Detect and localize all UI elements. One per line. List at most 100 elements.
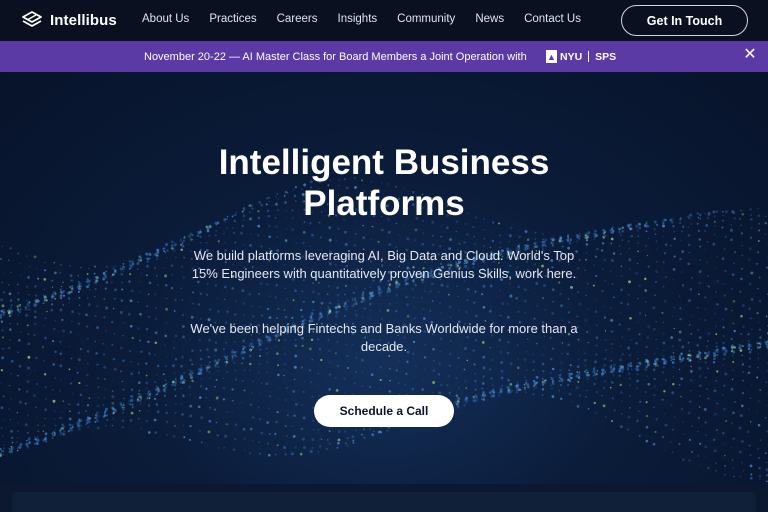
particle-dot — [27, 332, 30, 336]
particle-dot — [155, 389, 158, 392]
particle-dot — [197, 405, 201, 409]
particle-dot — [704, 421, 707, 424]
nav-item-about-us[interactable]: About Us — [142, 13, 189, 25]
particle-dot — [550, 357, 553, 361]
particle-dot — [714, 225, 716, 227]
particle-dot — [104, 407, 108, 411]
particle-dot — [523, 386, 526, 389]
particle-dot — [524, 388, 526, 391]
particle-dot — [741, 345, 743, 347]
particle-dot — [318, 312, 322, 316]
particle-dot — [482, 375, 486, 378]
particle-dot — [249, 403, 253, 407]
particle-dot — [619, 365, 622, 368]
particle-dot — [79, 285, 82, 288]
particle-dot — [740, 404, 744, 408]
particle-dot — [214, 385, 216, 388]
particle-dot — [655, 357, 659, 361]
particle-dot — [621, 365, 624, 368]
particle-dot — [25, 313, 29, 317]
particle-dot — [112, 417, 115, 420]
particle-dot — [179, 376, 183, 380]
particle-dot — [594, 360, 598, 364]
particle-dot — [335, 311, 339, 315]
particle-dot — [741, 363, 744, 366]
particle-dot — [44, 386, 47, 388]
particle-dot — [758, 321, 760, 324]
particle-dot — [111, 402, 115, 405]
particle-dot — [722, 431, 725, 435]
particle-dot — [638, 312, 642, 315]
particle-dot — [706, 261, 708, 264]
close-icon[interactable]: ✕ — [743, 47, 757, 63]
particle-dot — [609, 386, 612, 389]
particle-dot — [600, 249, 604, 252]
nav-item-news[interactable]: News — [475, 13, 504, 25]
particle-dot — [388, 390, 392, 393]
particle-dot — [637, 297, 639, 300]
particle-dot — [104, 378, 106, 380]
particle-dot — [704, 308, 707, 310]
particle-dot — [395, 288, 398, 291]
particle-dot — [172, 434, 176, 438]
particle-dot — [44, 408, 48, 411]
particle-dot — [257, 406, 260, 409]
particle-dot — [36, 416, 38, 418]
particle-dot — [372, 430, 375, 433]
particle-dot — [60, 264, 62, 266]
particle-dot — [77, 423, 81, 427]
schedule-call-button[interactable]: Schedule a Call — [314, 395, 454, 427]
particle-dot — [17, 252, 20, 255]
nav-item-careers[interactable]: Careers — [277, 13, 318, 25]
particle-dot — [165, 420, 169, 423]
particle-dot — [679, 295, 681, 297]
particle-dot — [252, 380, 255, 383]
particle-dot — [59, 431, 62, 434]
nav-item-insights[interactable]: Insights — [338, 13, 378, 25]
particle-dot — [506, 385, 510, 389]
get-in-touch-button[interactable]: Get In Touch — [621, 5, 748, 36]
logo[interactable]: Intellibus — [20, 10, 117, 30]
particle-dot — [10, 372, 12, 375]
particle-dot — [704, 319, 707, 322]
particle-dot — [517, 373, 519, 376]
particle-dot — [174, 358, 178, 361]
nav-item-contact-us[interactable]: Contact Us — [524, 13, 581, 25]
particle-dot — [664, 379, 668, 382]
particle-dot — [182, 276, 186, 279]
particle-dot — [699, 336, 702, 339]
particle-dot — [398, 283, 401, 286]
particle-dot — [704, 445, 708, 449]
particle-dot — [534, 231, 537, 234]
particle-dot — [190, 238, 193, 241]
particle-dot — [300, 427, 304, 431]
particle-dot — [205, 396, 208, 398]
particle-dot — [97, 377, 99, 379]
particle-dot — [257, 224, 261, 228]
hero-title-line2: Platforms — [303, 184, 465, 223]
particle-dot — [131, 404, 134, 406]
particle-dot — [585, 233, 588, 236]
particle-dot — [61, 291, 64, 294]
nav-item-community[interactable]: Community — [397, 13, 455, 25]
particle-dot — [97, 396, 100, 399]
particle-dot — [183, 379, 186, 382]
particle-dot — [472, 395, 475, 398]
particle-dot — [292, 299, 295, 302]
particle-dot — [748, 350, 752, 354]
particle-dot — [457, 405, 460, 408]
particle-dot — [636, 368, 640, 372]
particle-dot — [16, 441, 18, 443]
particle-dot — [551, 235, 554, 238]
particle-dot — [757, 357, 760, 360]
particle-dot — [689, 400, 692, 403]
particle-dot — [741, 254, 744, 257]
particle-dot — [86, 349, 90, 353]
particle-dot — [704, 296, 707, 299]
particle-dot — [59, 379, 62, 382]
particle-dot — [544, 238, 548, 242]
particle-dot — [170, 244, 174, 247]
nav-item-practices[interactable]: Practices — [209, 13, 256, 25]
particle-dot — [68, 403, 71, 406]
banner-text[interactable]: November 20-22 — AI Master Class for Boa… — [144, 51, 527, 63]
